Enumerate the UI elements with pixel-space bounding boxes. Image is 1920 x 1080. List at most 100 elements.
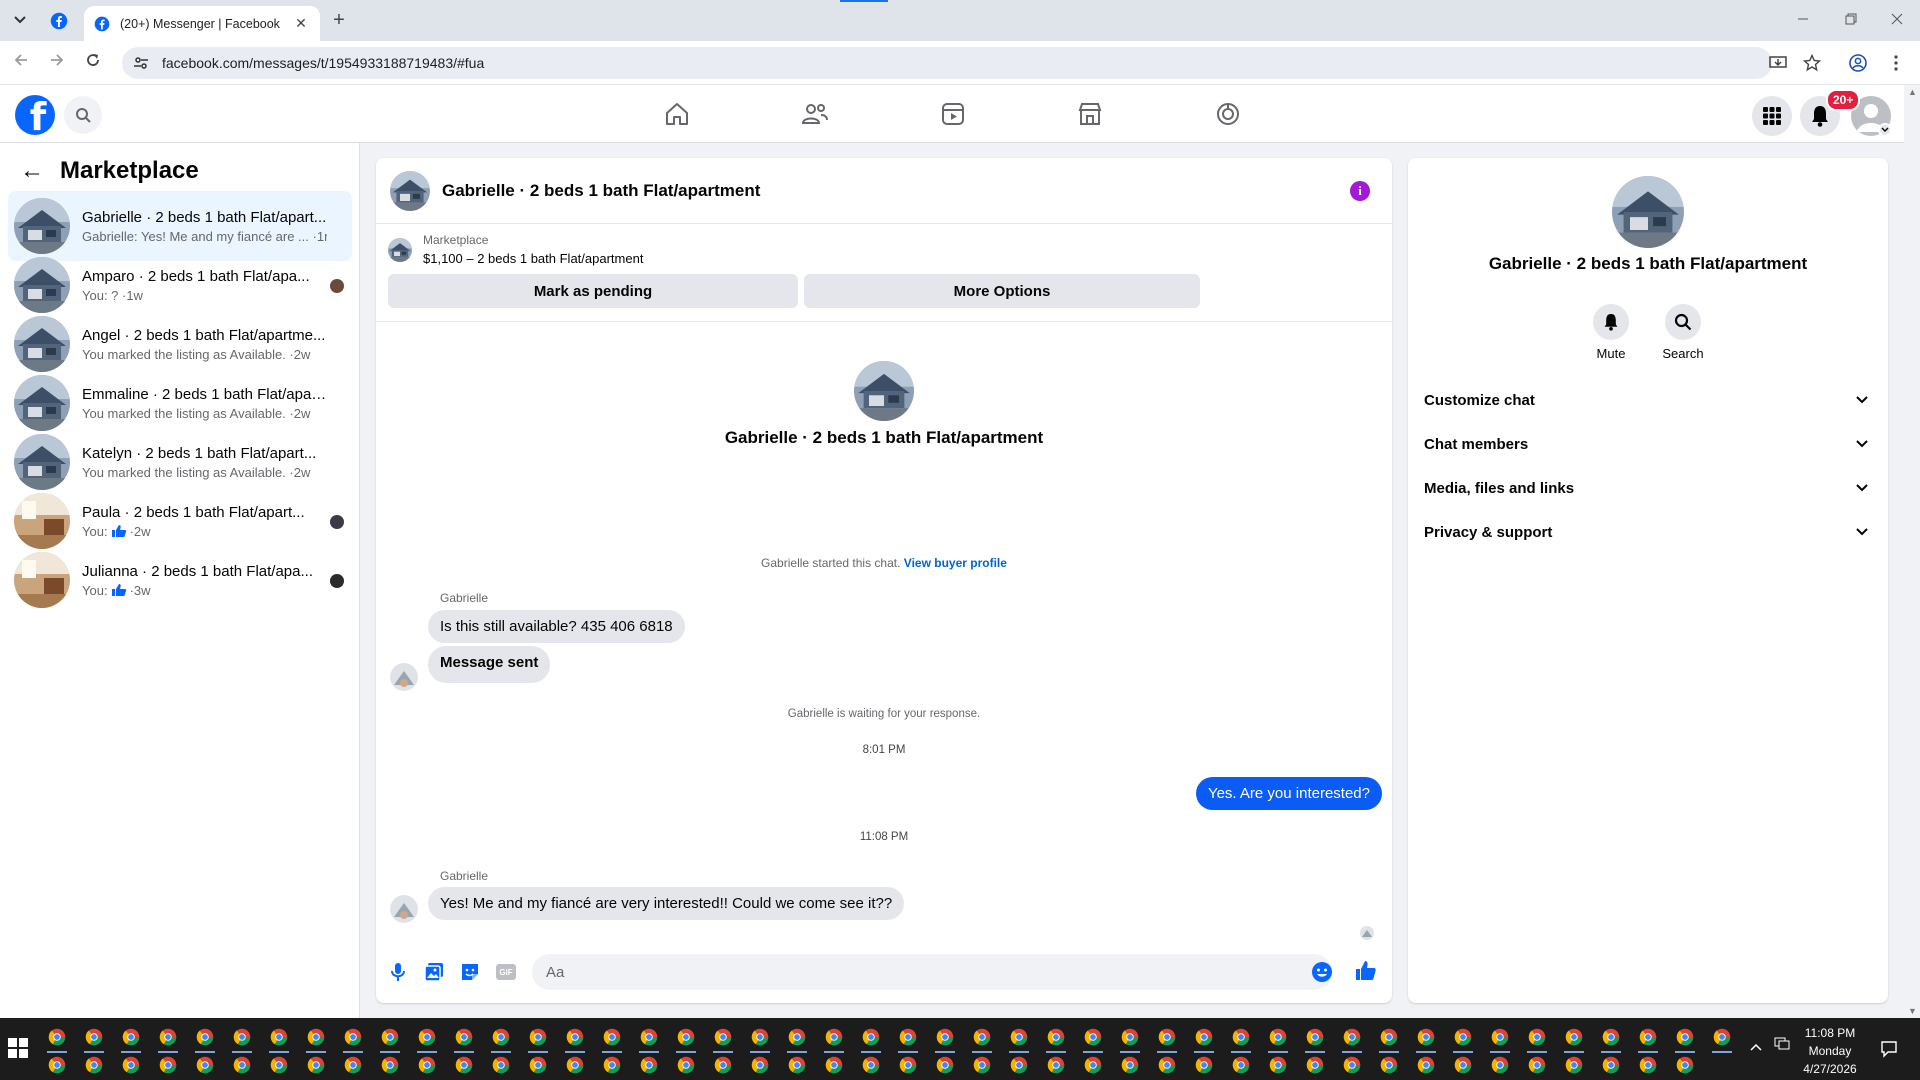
notification-center-icon[interactable] [1880, 1040, 1898, 1063]
back-arrow-icon[interactable]: ← [20, 157, 44, 185]
chrome-taskbar-icon[interactable] [895, 1024, 921, 1053]
chrome-taskbar-icon[interactable] [525, 1024, 551, 1053]
search-action[interactable]: Search [1648, 304, 1718, 361]
chat-members-row[interactable]: Chat members [1416, 422, 1880, 466]
chrome-taskbar-icon[interactable] [192, 1052, 218, 1078]
chrome-taskbar-icon[interactable] [599, 1052, 625, 1078]
sender-avatar[interactable] [390, 895, 418, 923]
chrome-taskbar-icon[interactable] [858, 1052, 884, 1078]
page-scrollbar[interactable]: ▲ ▼ [1904, 85, 1920, 1018]
tab-search-chevron-icon[interactable] [8, 9, 32, 31]
incoming-message[interactable]: Message sent [428, 646, 551, 683]
chrome-taskbar-icon[interactable] [895, 1052, 921, 1078]
chrome-taskbar-icon[interactable] [747, 1024, 773, 1053]
incoming-message[interactable]: Yes! Me and my fiancé are very intereste… [428, 887, 905, 920]
chrome-taskbar-icon[interactable] [1376, 1024, 1402, 1053]
chrome-taskbar-icon[interactable] [155, 1052, 181, 1078]
conversation-item[interactable]: Julianna · 2 beds 1 bath Flat/apa... You… [8, 545, 352, 615]
sender-avatar[interactable] [390, 663, 418, 691]
message-input[interactable] [532, 954, 1332, 990]
mute-action[interactable]: Mute [1576, 304, 1646, 361]
gif-icon[interactable]: GIF [494, 960, 518, 984]
chrome-taskbar-icon[interactable] [1339, 1052, 1365, 1078]
chrome-taskbar-icon[interactable] [784, 1052, 810, 1078]
chrome-taskbar-icon[interactable] [414, 1052, 440, 1078]
chrome-taskbar-icon[interactable] [673, 1024, 699, 1053]
photo-icon[interactable] [422, 960, 446, 984]
listing-price[interactable]: $1,100 – 2 beds 1 bath Flat/apartment [423, 251, 643, 266]
chrome-taskbar-icon[interactable] [118, 1052, 144, 1078]
outgoing-message[interactable]: Yes. Are you interested? [1195, 777, 1382, 810]
chrome-taskbar-icon[interactable] [1561, 1052, 1587, 1078]
chrome-taskbar-icon[interactable] [747, 1052, 773, 1078]
customize-chat-row[interactable]: Customize chat [1416, 378, 1880, 422]
chrome-taskbar-icon[interactable] [229, 1052, 255, 1078]
chrome-taskbar-icon[interactable] [1487, 1052, 1513, 1078]
chrome-taskbar-icon[interactable] [1154, 1052, 1180, 1078]
chrome-taskbar-icon[interactable] [1302, 1024, 1328, 1053]
chrome-taskbar-icon[interactable] [1080, 1052, 1106, 1078]
sticker-icon[interactable] [458, 960, 482, 984]
scroll-up-arrow-icon[interactable]: ▲ [1908, 87, 1917, 97]
windows-start-icon[interactable] [8, 1038, 28, 1058]
incoming-message[interactable]: Is this still available? 435 406 6818 [428, 610, 685, 643]
reload-icon[interactable] [82, 52, 104, 74]
marketplace-nav-icon[interactable] [1070, 96, 1110, 132]
scroll-down-arrow-icon[interactable]: ▼ [1908, 1006, 1917, 1016]
mark-as-pending-button[interactable]: Mark as pending [388, 274, 798, 308]
chrome-taskbar-icon[interactable] [710, 1024, 736, 1053]
chrome-taskbar-icon[interactable] [1709, 1024, 1735, 1053]
chrome-taskbar-icon[interactable] [81, 1024, 107, 1053]
chrome-taskbar-icon[interactable] [1228, 1052, 1254, 1078]
chrome-taskbar-icon[interactable] [1043, 1052, 1069, 1078]
chrome-taskbar-icon[interactable] [377, 1052, 403, 1078]
address-bar[interactable]: facebook.com/messages/t/1954933188719483… [122, 47, 1772, 79]
chrome-taskbar-icon[interactable] [1487, 1024, 1513, 1053]
chrome-taskbar-icon[interactable] [599, 1024, 625, 1053]
chrome-taskbar-icon[interactable] [821, 1052, 847, 1078]
chrome-taskbar-icon[interactable] [340, 1052, 366, 1078]
chrome-taskbar-icon[interactable] [1635, 1052, 1661, 1078]
active-tab[interactable]: (20+) Messenger | Facebook ✕ [84, 6, 320, 41]
privacy-support-row[interactable]: Privacy & support [1416, 510, 1880, 554]
chrome-taskbar-icon[interactable] [1672, 1024, 1698, 1053]
chrome-taskbar-icon[interactable] [932, 1052, 958, 1078]
chrome-taskbar-icon[interactable] [1228, 1024, 1254, 1053]
site-info-icon[interactable] [132, 54, 150, 72]
chrome-taskbar-icon[interactable] [1672, 1052, 1698, 1078]
chrome-taskbar-icon[interactable] [44, 1052, 70, 1078]
view-buyer-profile-link[interactable]: View buyer profile [904, 556, 1007, 570]
chrome-taskbar-icon[interactable] [192, 1024, 218, 1053]
minimize-button[interactable] [1780, 8, 1826, 32]
chrome-taskbar-icon[interactable] [710, 1052, 736, 1078]
tray-expand-icon[interactable] [1750, 1040, 1762, 1054]
microphone-icon[interactable] [386, 960, 410, 984]
forward-arrow-icon[interactable] [46, 52, 68, 74]
chrome-taskbar-icon[interactable] [451, 1052, 477, 1078]
info-icon[interactable]: i [1350, 181, 1370, 201]
chrome-taskbar-icon[interactable] [969, 1052, 995, 1078]
chrome-taskbar-icon[interactable] [1043, 1024, 1069, 1053]
bookmark-star-icon[interactable] [1802, 53, 1822, 73]
close-window-button[interactable] [1874, 8, 1920, 32]
more-options-button[interactable]: More Options [804, 274, 1200, 308]
chrome-taskbar-icon[interactable] [562, 1024, 588, 1053]
video-nav-icon[interactable] [933, 96, 973, 132]
chrome-taskbar-icon[interactable] [1265, 1024, 1291, 1053]
chrome-taskbar-icon[interactable] [1080, 1024, 1106, 1053]
chrome-taskbar-icon[interactable] [81, 1052, 107, 1078]
chrome-taskbar-icon[interactable] [784, 1024, 810, 1053]
chrome-taskbar-icon[interactable] [414, 1024, 440, 1053]
back-arrow-icon[interactable] [10, 52, 32, 74]
friends-nav-icon[interactable] [795, 96, 835, 132]
chrome-taskbar-icon[interactable] [1191, 1052, 1217, 1078]
install-app-icon[interactable] [1768, 53, 1788, 73]
restore-button[interactable] [1828, 8, 1874, 32]
emoji-icon[interactable] [1310, 960, 1334, 984]
chrome-taskbar-icon[interactable] [1413, 1024, 1439, 1053]
chrome-taskbar-icon[interactable] [858, 1024, 884, 1053]
chrome-taskbar-icon[interactable] [303, 1024, 329, 1053]
chrome-taskbar-icon[interactable] [1191, 1024, 1217, 1053]
chrome-taskbar-icon[interactable] [1598, 1052, 1624, 1078]
chrome-taskbar-icon[interactable] [821, 1024, 847, 1053]
